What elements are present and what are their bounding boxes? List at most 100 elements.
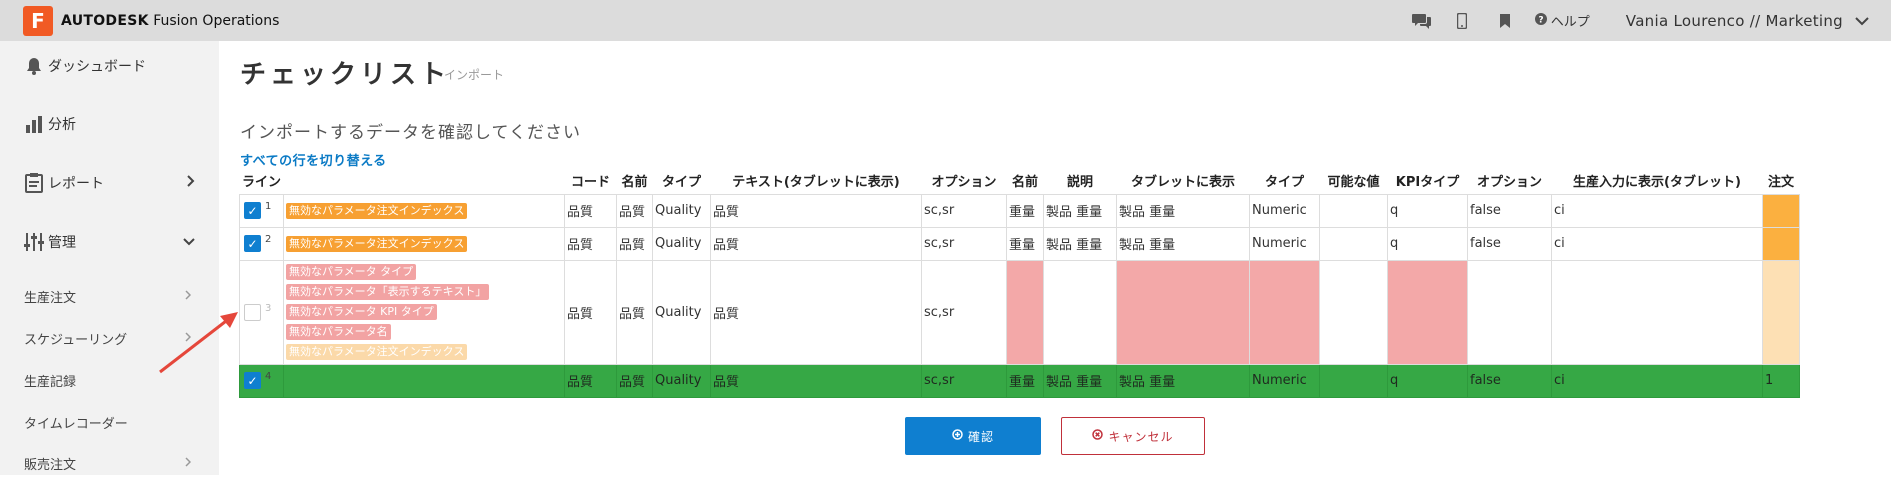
sidebar-item-label: ダッシュボード (48, 59, 146, 75)
row-select-cell: ✓ 2 (239, 226, 284, 261)
chevron-right-icon (185, 456, 192, 471)
cell-options: sc,sr (921, 226, 1007, 261)
question-circle-icon: ? (1534, 12, 1547, 29)
sidebar-item-reports[interactable]: レポート (0, 163, 219, 203)
cell-code: 品質 (564, 226, 617, 261)
cell-code: 品質 (564, 193, 617, 228)
sidebar-item-analysis[interactable]: 分析 (0, 104, 219, 144)
cell-text: 品質 (710, 259, 922, 365)
cell-text: 品質 (710, 226, 922, 261)
error-badge: 無効なパラメータ名 (286, 324, 391, 340)
sidebar-item-dashboard[interactable]: ダッシュボード (0, 46, 219, 86)
cell-tablet-display: 製品 重量 (1116, 226, 1250, 261)
cell-name2: 重量 (1006, 226, 1044, 261)
sidebar-item-management[interactable]: 管理 (0, 221, 219, 263)
cell-option2: false (1467, 193, 1552, 228)
cell-text: 品質 (710, 193, 922, 228)
cell-name2-error (1006, 259, 1044, 365)
cancel-button-label: キャンセル (1108, 429, 1174, 444)
svg-text:?: ? (1538, 15, 1543, 25)
error-badge: 無効なパラメータ タイプ (286, 264, 417, 280)
app-logo[interactable]: F (23, 5, 53, 36)
chat-icon[interactable] (1411, 12, 1433, 30)
cell-order-warning (1762, 259, 1800, 365)
column-header-name2[interactable]: 名前 (1007, 168, 1044, 194)
cell-production-input: ci (1551, 363, 1763, 398)
cell-text: 品質 (710, 363, 922, 398)
column-header-tablet-display[interactable]: タブレットに表示 (1117, 168, 1250, 194)
cell-option2 (1467, 259, 1552, 365)
column-header-name[interactable]: 名前 (617, 168, 653, 194)
table-row: ✓ 2 無効なパラメータ注文インデックス 品質 品質 Quality 品質 sc,… (239, 226, 1800, 261)
cancel-button[interactable]: キャンセル (1061, 417, 1205, 455)
confirm-message: インポートするデータを確認してください (240, 123, 581, 143)
cell-type: Quality (652, 193, 711, 228)
column-header-possible-values[interactable]: 可能な値 (1320, 168, 1388, 194)
main-content: チェックリスト インポート インポートするデータを確認してください すべての行を… (219, 41, 1891, 475)
error-badge: 無効なパラメータ注文インデックス (286, 202, 468, 219)
cell-name: 品質 (616, 193, 653, 228)
row-errors-cell: 無効なパラメータ タイプ 無効なパラメータ「表示するテキスト」 無効なパラメータ… (283, 259, 565, 365)
annotation-arrow (159, 312, 238, 374)
sidebar-item-label: 管理 (48, 235, 76, 251)
bar-chart-icon (24, 115, 44, 133)
column-header-code[interactable]: コード (565, 168, 617, 194)
column-header-type2[interactable]: タイプ (1250, 168, 1320, 194)
column-header-order[interactable]: 注文 (1763, 168, 1800, 194)
row-number: 1 (265, 201, 272, 212)
cell-order-warning (1762, 226, 1800, 261)
bell-icon (24, 57, 44, 75)
column-header-text[interactable]: テキスト(タブレットに表示) (711, 168, 922, 194)
cell-tablet-display: 製品 重量 (1116, 363, 1250, 398)
cell-kpi-type: q (1387, 193, 1468, 228)
mobile-icon[interactable] (1455, 12, 1469, 29)
cell-options: sc,sr (921, 259, 1007, 365)
column-header-option2[interactable]: オプション (1468, 168, 1552, 194)
bookmark-icon[interactable] (1499, 13, 1511, 28)
cell-code: 品質 (564, 363, 617, 398)
row-checkbox-checked[interactable]: ✓ (244, 235, 261, 252)
cell-order: 1 (1762, 363, 1800, 398)
sidebar-item-time-recorder[interactable]: タイムレコーダー (0, 407, 219, 437)
sliders-icon (24, 232, 44, 252)
sidebar-item-label: レポート (48, 176, 104, 192)
page-subtitle: インポート (444, 68, 505, 82)
sidebar-item-label: 生産記録 (24, 374, 77, 390)
top-right-actions: ? ヘルプ Vania Lourenco // Marketing (1411, 0, 1869, 41)
column-header-description[interactable]: 説明 (1044, 168, 1117, 194)
cell-possible-values (1319, 259, 1388, 365)
import-checklist-table: ライン コード 名前 タイプ テキスト(タブレットに表示) オプション 名前 説… (239, 168, 1800, 398)
cell-options: sc,sr (921, 363, 1007, 398)
cell-possible-values (1319, 226, 1388, 261)
chevron-right-icon (187, 175, 195, 191)
column-header-production-input[interactable]: 生産入力に表示(タブレット) (1552, 168, 1763, 194)
cell-description (1043, 259, 1117, 365)
column-header-options[interactable]: オプション (922, 168, 1007, 194)
row-checkbox-checked[interactable]: ✓ (244, 202, 261, 219)
toggle-all-rows-link[interactable]: すべての行を切り替える (240, 150, 387, 169)
cell-kpi-type: q (1387, 226, 1468, 261)
cell-option2: false (1467, 226, 1552, 261)
user-menu[interactable]: Vania Lourenco // Marketing (1626, 12, 1869, 30)
cell-production-input (1551, 259, 1763, 365)
cell-type: Quality (652, 259, 711, 365)
error-badge: 無効なパラメータ KPI タイプ (286, 304, 437, 320)
column-header-type[interactable]: タイプ (653, 168, 711, 194)
cell-name: 品質 (616, 363, 653, 398)
brand-name: AUTODESK Fusion Operations (61, 13, 279, 29)
chevron-down-icon (1855, 12, 1869, 30)
help-link[interactable]: ? ヘルプ (1534, 11, 1590, 30)
x-circle-icon (1092, 429, 1104, 443)
logo-letter: F (31, 8, 45, 33)
sidebar-item-sales-orders[interactable]: 販売注文 (0, 448, 219, 478)
row-number: 4 (265, 371, 272, 382)
cell-options: sc,sr (921, 193, 1007, 228)
row-errors-cell (283, 363, 565, 398)
column-header-kpi-type[interactable]: KPIタイプ (1388, 168, 1468, 194)
confirm-button[interactable]: 確認 (905, 417, 1041, 455)
row-number: 2 (265, 234, 272, 245)
brand-rest: Fusion Operations (148, 12, 280, 29)
page-title: チェックリスト (240, 60, 451, 90)
column-header-errors (284, 168, 565, 194)
help-label: ヘルプ (1550, 15, 1590, 30)
